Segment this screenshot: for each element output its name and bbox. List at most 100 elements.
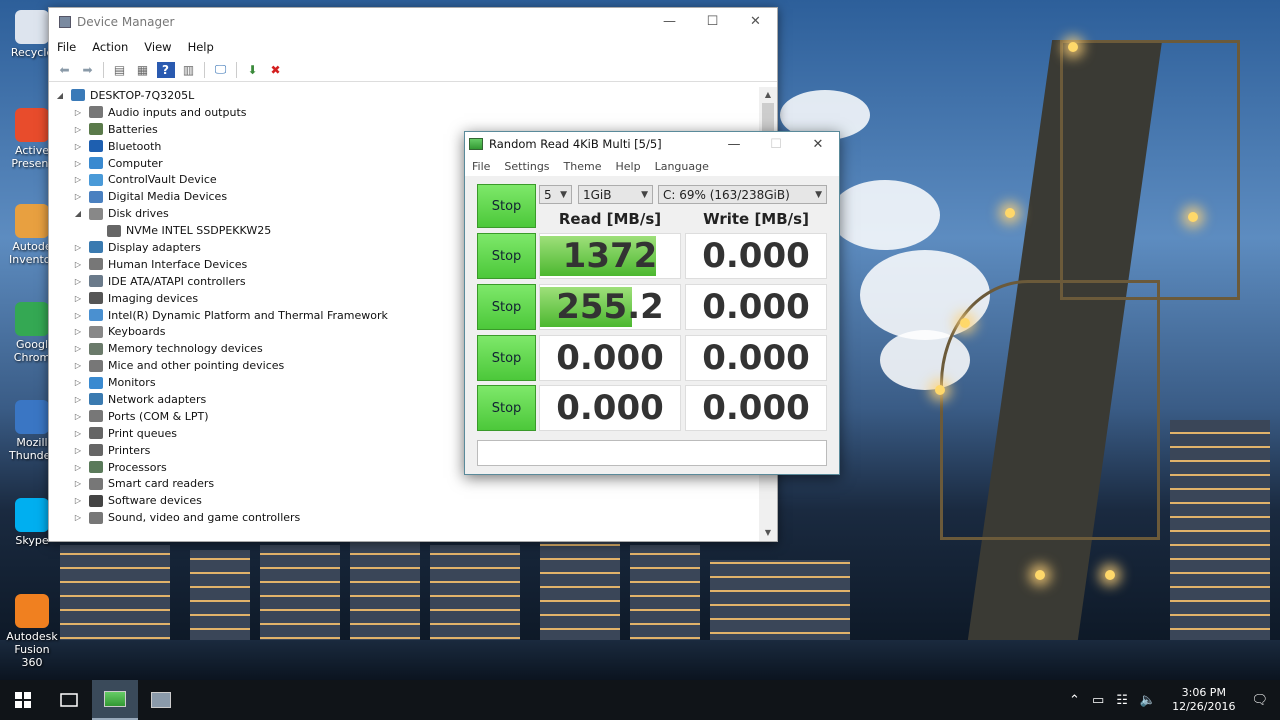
write-result-cell: 0.000 [685,335,827,381]
scroll-up-icon[interactable]: ▲ [759,87,777,103]
device-category-icon [107,224,121,237]
chevron-up-icon[interactable]: ⌃ [1069,693,1080,708]
test-size-select[interactable]: 1GiB ▼ [578,185,653,204]
expand-icon[interactable]: ▷ [73,294,83,303]
device-category-icon [89,309,103,322]
expand-icon[interactable]: ▷ [73,412,83,421]
device-category-icon [89,342,103,355]
forward-arrow-icon[interactable]: ➡ [79,62,97,78]
menu-file[interactable]: File [472,160,490,173]
expand-icon[interactable]: ▷ [73,479,83,488]
menu-help[interactable]: Help [616,160,641,173]
tree-node-label: Software devices [108,494,202,508]
building [260,545,340,645]
desktop-icon-fusion360[interactable]: Autodesk Fusion 360 [6,594,58,669]
uninstall-icon[interactable]: ✖ [267,62,285,78]
benchmark-app-icon [104,691,126,707]
expand-icon[interactable]: ▷ [73,277,83,286]
building [430,545,520,645]
properties-icon[interactable]: ▦ [134,62,152,78]
minimize-button[interactable]: — [648,8,691,36]
device-category-icon [89,140,103,153]
read-value: 0.000 [556,338,664,378]
back-arrow-icon[interactable]: ⬅ [56,62,74,78]
clock[interactable]: 3:06 PM 12/26/2016 [1172,686,1235,714]
expand-icon[interactable]: ▷ [73,142,83,151]
inventor-icon [15,204,49,238]
expand-icon[interactable]: ▷ [73,327,83,336]
menu-theme[interactable]: Theme [564,160,602,173]
minimize-button[interactable]: — [713,137,755,152]
volume-icon[interactable]: 🔈 [1140,693,1156,708]
menu-view[interactable]: View [144,40,171,54]
expand-icon[interactable]: ▷ [73,344,83,353]
update-driver-icon[interactable]: ⬇ [244,62,262,78]
title-bar[interactable]: Device Manager — ☐ ✕ [49,8,777,36]
expand-icon[interactable]: ▷ [73,175,83,184]
expand-icon[interactable]: ▷ [73,463,83,472]
maximize-button[interactable]: ☐ [755,137,797,152]
tree-root[interactable]: ◢ DESKTOP-7Q3205L [49,87,761,104]
battery-icon[interactable]: ▭ [1092,693,1104,708]
expand-icon[interactable]: ▷ [73,125,83,134]
building [60,545,170,645]
test-count-select[interactable]: 5 ▼ [539,185,572,204]
network-icon[interactable]: ☷ [1116,693,1128,708]
close-button[interactable]: ✕ [797,137,839,152]
bridge-light [1105,570,1115,580]
help-icon[interactable]: ? [156,61,175,78]
expand-icon[interactable]: ▷ [73,361,83,370]
tree-node[interactable]: ▷ Audio inputs and outputs [49,104,761,121]
device-category-icon [89,511,103,524]
start-button[interactable] [0,680,46,720]
write-value: 0.000 [702,236,810,276]
taskbar-benchmark-app[interactable] [92,680,138,720]
expand-icon[interactable]: ▷ [73,159,83,168]
tree-node-label: Printers [108,443,151,457]
tree-node[interactable]: ▷ Smart card readers [49,475,761,492]
device-category-icon [89,190,103,203]
menu-help[interactable]: Help [188,40,214,54]
menu-action[interactable]: Action [92,40,128,54]
expand-icon[interactable]: ▷ [73,192,83,201]
notifications-icon[interactable]: 🗨 [1251,693,1268,708]
taskbar-device-manager[interactable] [138,680,184,720]
device-category-icon [89,292,103,305]
collapse-icon[interactable]: ◢ [55,91,65,100]
expand-icon[interactable]: ▷ [73,513,83,522]
scan-hardware-icon[interactable]: 🖵 [212,62,230,78]
test-stop-button[interactable]: Stop [477,385,536,431]
show-hide-console-tree-icon[interactable]: ▤ [111,62,129,78]
expand-icon[interactable]: ▷ [73,378,83,387]
test-stop-button[interactable]: Stop [477,233,536,279]
expand-icon[interactable]: ▷ [73,243,83,252]
expand-icon[interactable]: ▷ [73,429,83,438]
drive-select[interactable]: C: 69% (163/238GiB) ▼ [658,185,827,204]
benchmark-title-bar[interactable]: Random Read 4KiB Multi [5/5] — ☐ ✕ [465,132,839,156]
expand-icon[interactable]: ▷ [73,395,83,404]
test-stop-button[interactable]: Stop [477,284,536,330]
collapse-icon[interactable]: ◢ [73,209,83,218]
task-view-button[interactable] [46,680,92,720]
device-category-icon [89,376,103,389]
expand-icon[interactable]: ▷ [73,108,83,117]
scroll-down-icon[interactable]: ▼ [759,525,777,541]
menu-settings[interactable]: Settings [504,160,549,173]
menu-language[interactable]: Language [655,160,709,173]
read-header: Read [MB/s] [558,210,662,228]
expand-icon[interactable]: ▷ [73,260,83,269]
test-count-value: 5 [544,187,552,202]
expand-icon[interactable]: ▷ [73,446,83,455]
comment-input[interactable] [477,440,827,466]
all-stop-button[interactable]: Stop [477,184,536,228]
tree-node[interactable]: ▷ Sound, video and game controllers [49,509,761,526]
expand-icon[interactable]: ▷ [73,311,83,320]
action-pane-icon[interactable]: ▥ [180,62,198,78]
expand-icon[interactable]: ▷ [73,496,83,505]
maximize-button[interactable]: ☐ [691,8,734,36]
tree-node[interactable]: ▷ Software devices [49,492,761,509]
close-button[interactable]: ✕ [734,8,777,36]
menu-file[interactable]: File [57,40,76,54]
test-stop-button[interactable]: Stop [477,335,536,381]
tree-node-label: ControlVault Device [108,173,217,187]
